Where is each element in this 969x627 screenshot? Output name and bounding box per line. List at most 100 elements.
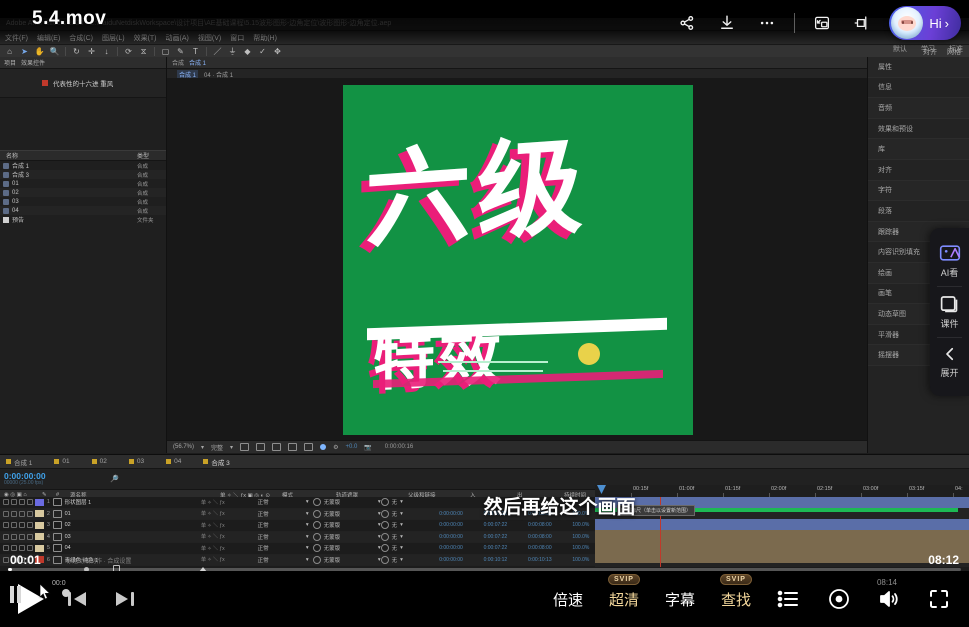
hand-tool-icon[interactable]: ✋: [35, 47, 44, 56]
project-col-name[interactable]: 名称: [3, 151, 121, 160]
quality-button[interactable]: SVIP 超清: [609, 589, 639, 610]
properties-item[interactable]: 信息: [868, 78, 969, 99]
project-item[interactable]: 合成 3合成: [0, 170, 166, 179]
layer-bar-04[interactable]: [595, 541, 969, 552]
audio-toggle-icon[interactable]: [11, 522, 17, 528]
puppet-tool-icon[interactable]: ✥: [273, 47, 282, 56]
visibility-toggle-icon[interactable]: [3, 534, 9, 540]
solo-toggle-icon[interactable]: [19, 545, 25, 551]
layer-mode[interactable]: 正常▾: [258, 544, 313, 552]
timeline-tab-comp3[interactable]: 合成 3: [203, 457, 229, 467]
menu-item-help[interactable]: 帮助(H): [253, 33, 277, 43]
solo-toggle-icon[interactable]: [19, 534, 25, 540]
project-item[interactable]: 03合成: [0, 197, 166, 206]
project-col-type[interactable]: 类型: [137, 151, 163, 160]
properties-item[interactable]: 音频: [868, 98, 969, 119]
workspace-tab-standard[interactable]: 标准: [949, 44, 963, 54]
visibility-toggle-icon[interactable]: [3, 545, 9, 551]
properties-item[interactable]: 属性: [868, 57, 969, 78]
pan-behind-tool-icon[interactable]: ⧖: [139, 47, 148, 56]
share-icon[interactable]: [674, 10, 700, 36]
layer-parent[interactable]: 无▾: [381, 544, 440, 552]
layer-out-point[interactable]: 0:00:07:22: [484, 534, 528, 540]
project-item[interactable]: 02合成: [0, 188, 166, 197]
eraser-tool-icon[interactable]: ◆: [243, 47, 252, 56]
layer-in-point[interactable]: 0:00:00:00: [439, 534, 483, 540]
next-button[interactable]: [112, 588, 136, 610]
project-item[interactable]: 合成 1合成: [0, 161, 166, 170]
viewer-quality-chevron-icon[interactable]: ▾: [230, 444, 233, 451]
menu-item-view[interactable]: 视图(V): [198, 33, 221, 43]
layer-color-swatch[interactable]: [35, 533, 44, 540]
solo-toggle-icon[interactable]: [19, 522, 25, 528]
visibility-toggle-icon[interactable]: [3, 522, 9, 528]
viewer-zoom-chevron-icon[interactable]: ▾: [201, 444, 204, 451]
brush-tool-icon[interactable]: ／: [213, 47, 222, 56]
layer-track-matte[interactable]: 无蒙版▾: [313, 533, 381, 541]
layer-toggles[interactable]: [0, 522, 35, 528]
audio-toggle-icon[interactable]: [11, 545, 17, 551]
expand-button[interactable]: 展开: [930, 338, 969, 386]
properties-item[interactable]: 对齐: [868, 160, 969, 181]
viewer-show-snapshot-icon[interactable]: [304, 443, 313, 451]
layer-duration[interactable]: 0:00:08:00: [528, 545, 572, 551]
workspace-tab-learn[interactable]: 学习: [921, 44, 935, 54]
viewer-exposure-icon[interactable]: ⚙: [333, 444, 338, 451]
timeline-tab-04[interactable]: 04: [166, 458, 181, 465]
anchor-point-tool-icon[interactable]: ✛: [87, 47, 96, 56]
playlist-icon[interactable]: [777, 589, 801, 609]
fullscreen-icon[interactable]: [927, 587, 951, 611]
layer-out-point[interactable]: 0:00:07:22: [484, 545, 528, 551]
timeline-tab-01[interactable]: 01: [54, 458, 69, 465]
player-header-actions[interactable]: Hi›: [674, 6, 961, 40]
project-item[interactable]: 04合成: [0, 206, 166, 215]
camera-tool-icon[interactable]: ↓: [102, 47, 111, 56]
project-column-header[interactable]: 名称 类型: [0, 150, 166, 161]
layer-name[interactable]: 02: [53, 521, 199, 529]
zoom-tool-icon[interactable]: 🔍: [50, 47, 59, 56]
ai-side-rail[interactable]: AI看 课件 展开: [930, 228, 969, 396]
properties-item[interactable]: 库: [868, 139, 969, 160]
lock-toggle-icon[interactable]: [27, 522, 33, 528]
project-item[interactable]: 01合成: [0, 179, 166, 188]
user-avatar-pill[interactable]: Hi›: [889, 6, 961, 40]
timeline-layer-row[interactable]: 403单 ✧ ＼ ƒx正常▾无蒙版▾无▾0:00:00:000:00:07:22…: [0, 532, 595, 544]
selection-tool-icon[interactable]: ➤: [20, 47, 29, 56]
ai-watch-button[interactable]: AI看: [930, 236, 969, 286]
layer-mode[interactable]: 正常▾: [258, 521, 313, 529]
properties-item[interactable]: 字符: [868, 181, 969, 202]
effect-controls-tab[interactable]: 效果控件: [21, 58, 45, 67]
layer-stretch[interactable]: 100.0%: [572, 545, 595, 551]
text-tool-icon[interactable]: T: [191, 47, 200, 56]
layer-switches[interactable]: 单 ✧ ＼ ƒx: [199, 533, 258, 540]
layer-switches[interactable]: 单 ✧ ＼ ƒx: [199, 545, 258, 552]
layer-bar-03[interactable]: [595, 530, 969, 541]
menu-item-effect[interactable]: 效果(T): [134, 33, 157, 43]
viewer-camera-icon[interactable]: 📷: [364, 444, 371, 451]
composition-canvas[interactable]: 六级 六级 特效 特效: [343, 85, 693, 435]
home-icon[interactable]: ⌂: [5, 47, 14, 56]
project-item[interactable]: 预告文件夹: [0, 215, 166, 224]
viewer-canvas-area[interactable]: 六级 六级 特效 特效: [167, 78, 868, 441]
roto-brush-tool-icon[interactable]: ✓: [258, 47, 267, 56]
lock-toggle-icon[interactable]: [27, 545, 33, 551]
layer-in-point[interactable]: 0:00:00:00: [439, 545, 483, 551]
viewer-grid-icon[interactable]: [272, 443, 281, 451]
timeline-current-timecode[interactable]: 0:00:00:00: [0, 472, 110, 481]
shape-tool-icon[interactable]: ▢: [161, 47, 170, 56]
viewer-safe-zone-icon[interactable]: [256, 443, 265, 451]
courseware-button[interactable]: 课件: [930, 287, 969, 337]
viewer-footer-bar[interactable]: (56.7%) ▾ 完整 ▾ ⚙ +0.0 📷 0:00:00:16: [167, 440, 868, 453]
layer-name[interactable]: 04: [53, 544, 199, 552]
timeline-tabs[interactable]: 合成 1 01 02 03 04 合成 3: [0, 455, 969, 469]
menu-item-window[interactable]: 窗口: [230, 33, 244, 43]
settings-icon[interactable]: [827, 587, 851, 611]
layer-duration[interactable]: 0:00:08:00: [528, 534, 572, 540]
rotate-tool-icon[interactable]: ↻: [72, 47, 81, 56]
layer-track-matte[interactable]: 无蒙版▾: [313, 521, 381, 529]
menu-item-edit[interactable]: 编辑(E): [37, 33, 60, 43]
layer-bar-02[interactable]: [595, 519, 969, 530]
viewer-snapshot-icon[interactable]: [288, 443, 297, 451]
viewer-exposure-value[interactable]: +0.0: [345, 444, 357, 450]
menu-item-file[interactable]: 文件(F): [5, 33, 28, 43]
